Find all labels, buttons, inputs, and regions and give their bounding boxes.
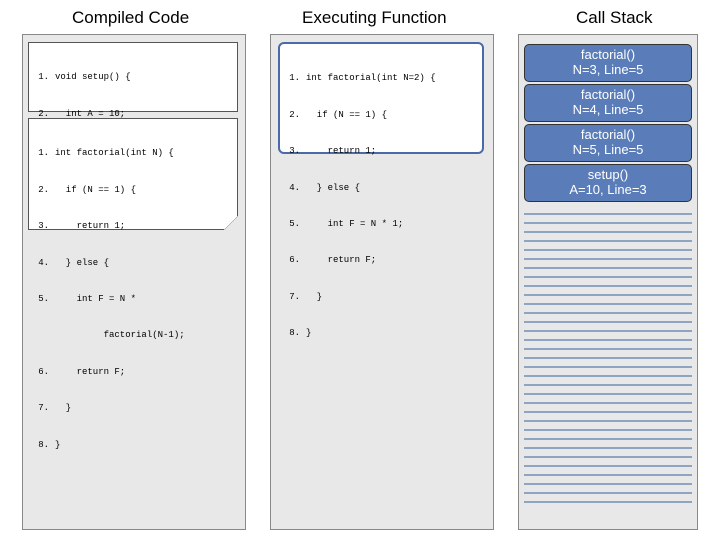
executing-function-heading: Executing Function — [302, 8, 447, 28]
code-text: return 1; — [306, 145, 480, 157]
line-number: 7. — [284, 291, 306, 303]
line-number: 1. — [284, 72, 306, 84]
code-text: } — [306, 327, 480, 339]
code-text: } — [55, 402, 235, 414]
line-number: 4. — [33, 257, 55, 269]
code-text: return F; — [55, 366, 235, 378]
line-number: 1. — [33, 147, 55, 159]
stack-empty-lines — [524, 206, 692, 503]
stack-frame-context: N=3, Line=5 — [525, 63, 691, 78]
stack-frame: factorial() N=3, Line=5 — [524, 44, 692, 82]
stack-frame: setup() A=10, Line=3 — [524, 164, 692, 202]
code-text: return F; — [306, 254, 480, 266]
call-stack-heading: Call Stack — [576, 8, 653, 28]
stack-frame-context: N=5, Line=5 — [525, 143, 691, 158]
line-number: 1. — [33, 71, 55, 83]
code-text: int F = N * — [55, 293, 235, 305]
code-text: int factorial(int N) { — [55, 147, 235, 159]
line-number: 6. — [284, 254, 306, 266]
line-number: 2. — [33, 184, 55, 196]
code-block-factorial: 1.int factorial(int N) { 2. if (N == 1) … — [28, 118, 238, 230]
stack-frame-function: factorial() — [525, 48, 691, 63]
stack-frame-context: N=4, Line=5 — [525, 103, 691, 118]
line-number — [33, 329, 55, 341]
code-text: } — [55, 439, 235, 451]
code-text: factorial(N-1); — [55, 329, 235, 341]
line-number: 8. — [284, 327, 306, 339]
code-text: if (N == 1) { — [55, 184, 235, 196]
stack-frame-function: factorial() — [525, 128, 691, 143]
line-number: 2. — [284, 109, 306, 121]
stack-frame: factorial() N=4, Line=5 — [524, 84, 692, 122]
line-number: 5. — [284, 218, 306, 230]
code-text: } else { — [306, 182, 480, 194]
line-number: 4. — [284, 182, 306, 194]
line-number: 7. — [33, 402, 55, 414]
code-text: } else { — [55, 257, 235, 269]
code-text: } — [306, 291, 480, 303]
dog-ear-icon — [224, 216, 238, 230]
line-number: 3. — [33, 220, 55, 232]
code-text: int F = N * 1; — [306, 218, 480, 230]
stack-frame-context: A=10, Line=3 — [525, 183, 691, 198]
stack-frame-function: setup() — [525, 168, 691, 183]
line-number: 6. — [33, 366, 55, 378]
executing-code-block: 1.int factorial(int N=2) { 2. if (N == 1… — [278, 42, 484, 154]
line-number: 8. — [33, 439, 55, 451]
code-text: void setup() { — [55, 71, 235, 83]
line-number: 5. — [33, 293, 55, 305]
stack-frame: factorial() N=5, Line=5 — [524, 124, 692, 162]
code-text: int factorial(int N=2) { — [306, 72, 480, 84]
stack-frame-function: factorial() — [525, 88, 691, 103]
line-number: 3. — [284, 145, 306, 157]
code-block-setup: 1.void setup() { 2. int A = 10; 3. int B… — [28, 42, 238, 112]
code-text: return 1; — [55, 220, 235, 232]
code-text: if (N == 1) { — [306, 109, 480, 121]
compiled-code-heading: Compiled Code — [72, 8, 189, 28]
